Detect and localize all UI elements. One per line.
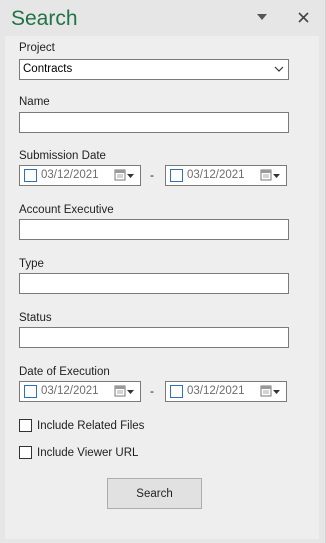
- execution-date-to-picker[interactable]: 03/12/2021: [165, 381, 287, 402]
- execution-date-from-value: 03/12/2021: [41, 385, 99, 397]
- include-related-files-option[interactable]: Include Related Files: [19, 419, 144, 432]
- include-related-files-checkbox[interactable]: [19, 419, 32, 432]
- submission-date-to-value: 03/12/2021: [187, 169, 245, 181]
- execution-date-from-picker[interactable]: 03/12/2021: [19, 381, 141, 402]
- calendar-dropdown-icon[interactable]: [114, 169, 136, 182]
- include-viewer-url-option[interactable]: Include Viewer URL: [19, 446, 138, 459]
- execution-date-to-checkbox[interactable]: [170, 385, 183, 398]
- name-label: Name: [19, 96, 50, 108]
- account-executive-label: Account Executive: [19, 204, 114, 216]
- include-viewer-url-checkbox[interactable]: [19, 446, 32, 459]
- submission-date-to-picker[interactable]: 03/12/2021: [165, 165, 287, 186]
- status-label: Status: [19, 312, 52, 324]
- submission-date-from-picker[interactable]: 03/12/2021: [19, 165, 141, 186]
- calendar-dropdown-icon[interactable]: [114, 385, 136, 398]
- include-related-files-label: Include Related Files: [37, 419, 145, 432]
- close-pane-button[interactable]: [295, 9, 311, 25]
- submission-date-from-value: 03/12/2021: [41, 169, 99, 181]
- project-label: Project: [19, 42, 55, 54]
- submission-date-to-checkbox[interactable]: [170, 169, 183, 182]
- calendar-dropdown-icon[interactable]: [260, 169, 282, 182]
- account-executive-field[interactable]: [19, 219, 289, 240]
- pane-options-button[interactable]: [254, 9, 270, 25]
- close-icon: [297, 11, 309, 23]
- project-selected-value: Contracts: [23, 63, 73, 75]
- date-of-execution-label: Date of Execution: [19, 366, 110, 378]
- calendar-dropdown-icon[interactable]: [260, 385, 282, 398]
- execution-date-to-value: 03/12/2021: [187, 385, 245, 397]
- chevron-down-icon: [274, 66, 284, 72]
- dropdown-triangle-icon: [257, 14, 267, 20]
- type-field[interactable]: [19, 273, 289, 294]
- submission-date-separator: -: [150, 168, 154, 182]
- execution-date-from-checkbox[interactable]: [24, 385, 37, 398]
- submission-date-label: Submission Date: [19, 150, 106, 162]
- project-select[interactable]: Contracts: [19, 59, 289, 80]
- task-pane: Search Project Contracts Name Submission…: [0, 0, 326, 543]
- submission-date-from-checkbox[interactable]: [24, 169, 37, 182]
- search-form: Project Contracts Name Submission Date 0…: [5, 36, 319, 539]
- status-field[interactable]: [19, 327, 289, 348]
- include-viewer-url-label: Include Viewer URL: [37, 446, 139, 459]
- name-field[interactable]: [19, 112, 289, 133]
- search-button[interactable]: Search: [107, 478, 202, 509]
- execution-date-separator: -: [150, 384, 154, 398]
- type-label: Type: [19, 258, 44, 270]
- pane-title: Search: [11, 7, 78, 30]
